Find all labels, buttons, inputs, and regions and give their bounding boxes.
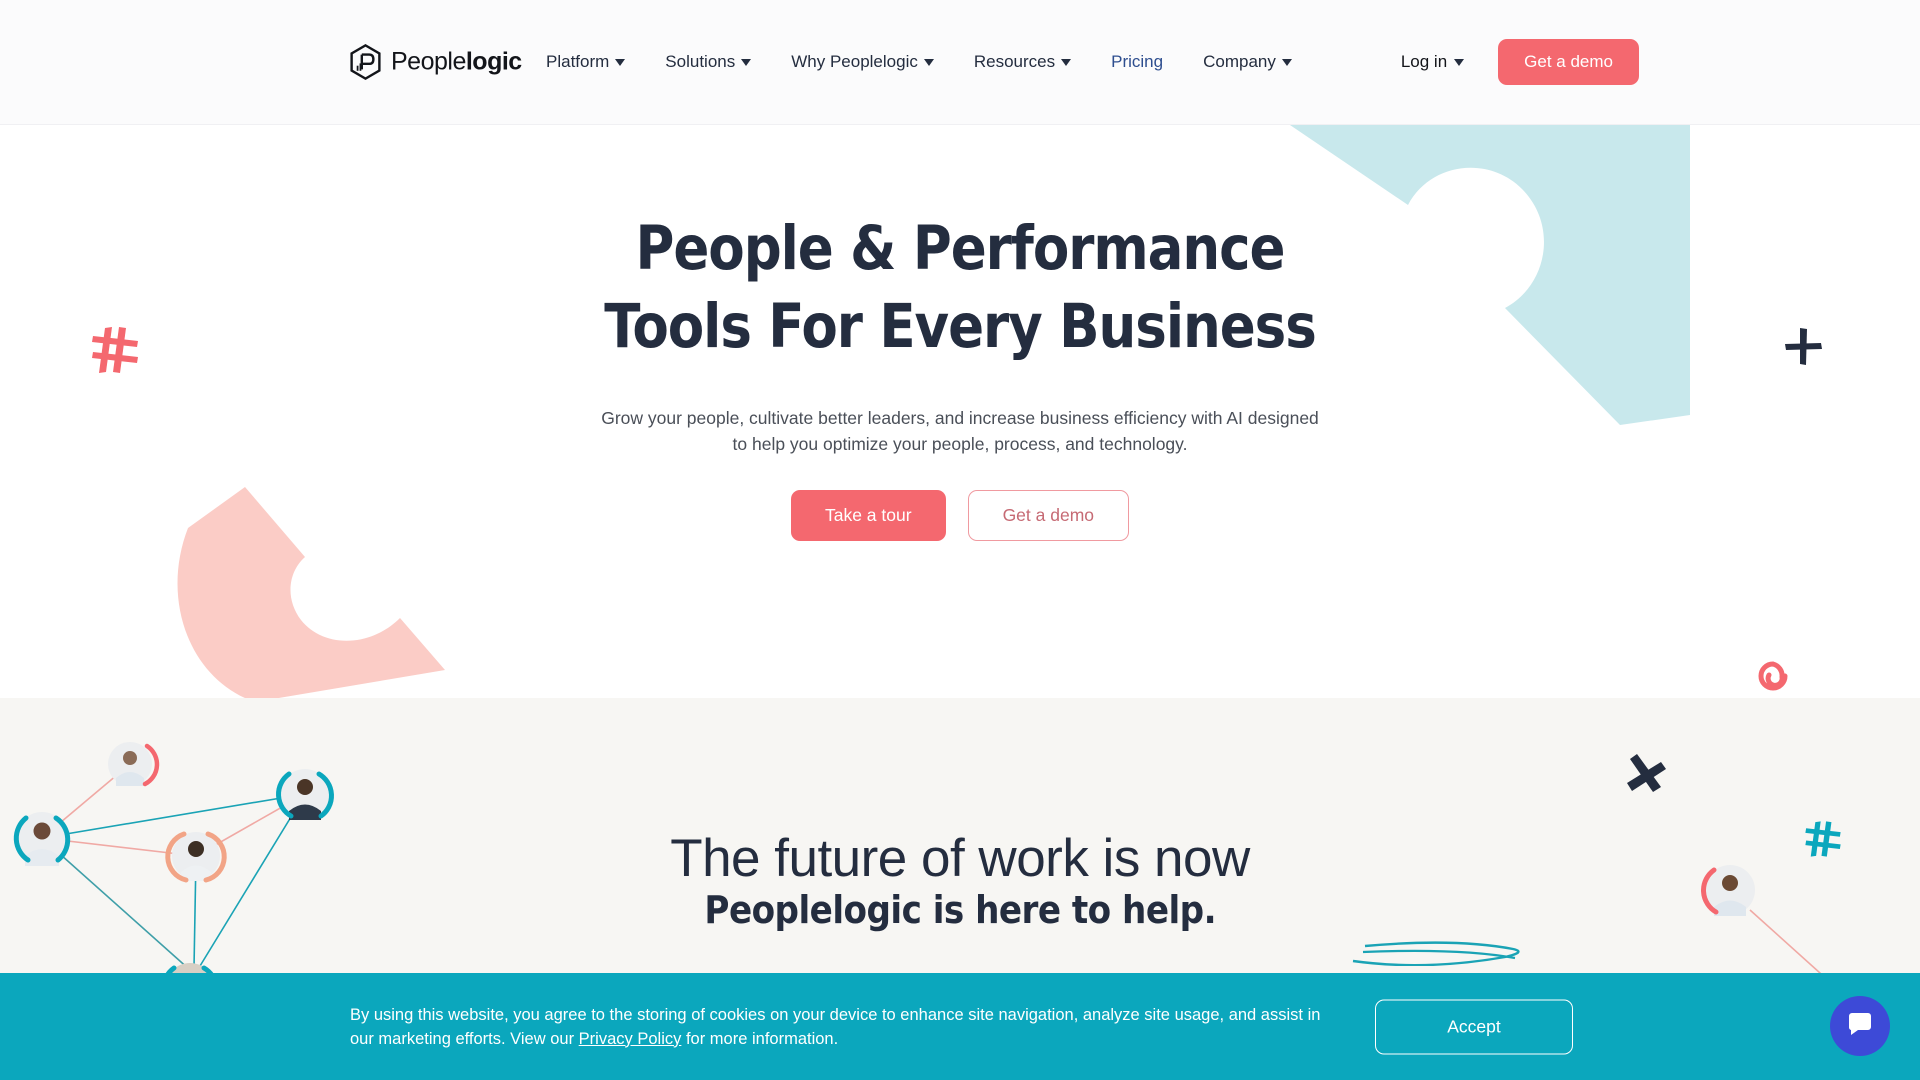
chevron-down-icon xyxy=(923,58,934,66)
logo-word-people: People xyxy=(391,47,466,76)
hero-heading-line2: Tools For Every Business xyxy=(604,291,1317,362)
nav-label: Company xyxy=(1203,52,1276,71)
chevron-down-icon xyxy=(1454,58,1465,66)
main-nav: Platform Solutions Why Peoplelogic Resou… xyxy=(546,52,1292,72)
future-heading-light: The future of work is now xyxy=(670,829,1250,888)
header-actions: Log in Get a demo xyxy=(1401,39,1639,85)
navy-x-decoration-icon xyxy=(1627,754,1666,792)
chevron-down-icon xyxy=(1061,58,1072,66)
accept-cookies-button[interactable]: Accept xyxy=(1375,999,1573,1054)
nav-item-pricing[interactable]: Pricing xyxy=(1111,52,1163,72)
nav-label: Resources xyxy=(973,52,1056,71)
peoplelogic-hex-logo-icon xyxy=(347,43,384,81)
hero-cta-group: Take a tour Get a demo xyxy=(0,490,1920,541)
teal-handdrawn-underline xyxy=(1352,941,1520,966)
chevron-down-icon xyxy=(1281,58,1292,66)
chat-widget-button[interactable] xyxy=(1830,996,1890,1056)
hero-section: People & Performance Tools For Every Bus… xyxy=(0,125,1920,698)
site-header: Peoplelogic Platform Solutions Why Peopl… xyxy=(0,0,1920,125)
cookie-banner-text: By using this website, you agree to the … xyxy=(350,1003,1345,1051)
coral-spiral-decoration-icon xyxy=(1758,661,1788,691)
hero-heading-line1: People & Performance xyxy=(635,213,1285,284)
logo-wordmark: Peoplelogic xyxy=(391,48,522,77)
logo-word-logic: logic xyxy=(465,47,522,76)
chevron-down-icon xyxy=(615,58,626,66)
logo[interactable]: Peoplelogic xyxy=(347,43,522,81)
page-root: Peoplelogic Platform Solutions Why Peopl… xyxy=(0,0,1920,1080)
nav-item-platform[interactable]: Platform xyxy=(546,52,626,72)
chat-bubble-icon xyxy=(1845,1009,1875,1044)
nav-label: Pricing xyxy=(1111,52,1164,71)
privacy-policy-link[interactable]: Privacy Policy xyxy=(579,1030,682,1048)
take-a-tour-button[interactable]: Take a tour xyxy=(790,490,946,541)
chevron-down-icon xyxy=(741,58,752,66)
login-menu[interactable]: Log in xyxy=(1400,52,1465,72)
nav-label: Why Peoplelogic xyxy=(791,52,918,71)
login-label: Log in xyxy=(1400,52,1448,71)
cookie-consent-banner: By using this website, you agree to the … xyxy=(0,973,1920,1080)
get-a-demo-button-header[interactable]: Get a demo xyxy=(1498,39,1639,85)
nav-item-why-peoplelogic[interactable]: Why Peoplelogic xyxy=(791,52,934,72)
nav-item-company[interactable]: Company xyxy=(1203,52,1292,72)
get-a-demo-button-hero[interactable]: Get a demo xyxy=(967,490,1130,541)
hero-subheading: Grow your people, cultivate better leade… xyxy=(601,408,1319,454)
nav-label: Solutions xyxy=(665,52,736,71)
nav-label: Platform xyxy=(546,52,610,71)
nav-item-solutions[interactable]: Solutions xyxy=(665,52,752,72)
cookie-text-after: for more information. xyxy=(681,1029,839,1048)
hero-heading: People & Performance Tools For Every Bus… xyxy=(125,210,1795,366)
nav-item-resources[interactable]: Resources xyxy=(973,52,1072,72)
